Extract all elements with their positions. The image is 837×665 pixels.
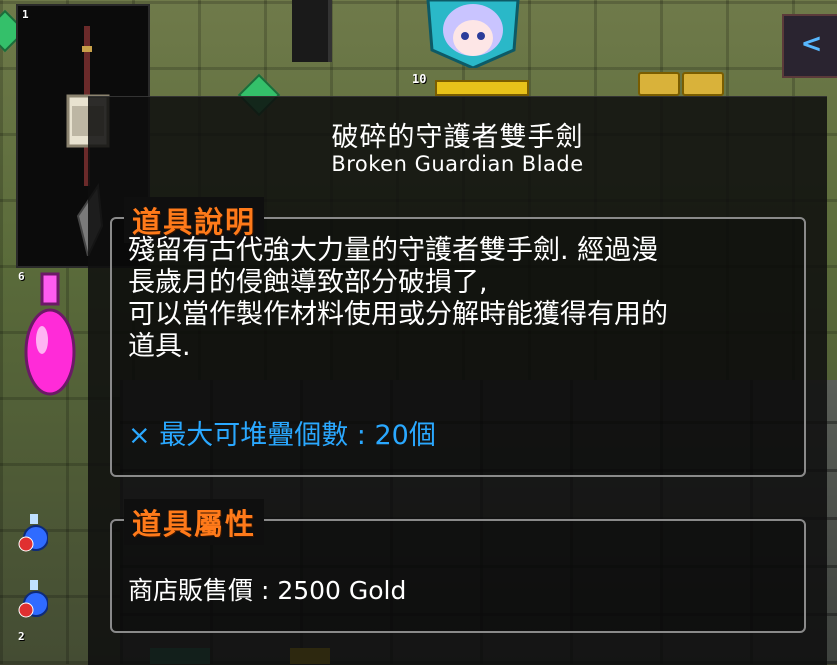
nav-arrow-icon[interactable]: < (782, 14, 837, 78)
item-name-english: Broken Guardian Blade (331, 152, 584, 176)
shop-sell-price: 商店販售價 : 2500 Gold (128, 576, 407, 605)
description-section: 道具說明 殘留有古代強大力量的守護者雙手劍. 經過漫 長歲月的侵蝕導致部分破損了… (110, 197, 806, 477)
health-bar (435, 80, 529, 96)
stack-limit-note: × 最大可堆疊個數 : 20個 (128, 420, 436, 451)
description-line: 道具. (128, 331, 191, 362)
item-name-chinese: 破碎的守護者雙手劍 (331, 122, 584, 153)
mana-potion-icon[interactable] (18, 578, 48, 618)
hud-button[interactable] (638, 72, 680, 96)
attributes-section: 道具屬性 商店販售價 : 2500 Gold (110, 499, 806, 633)
item-tooltip: 破碎的守護者雙手劍 Broken Guardian Blade 道具說明 殘留有… (88, 96, 827, 665)
slot-number: 1 (22, 8, 29, 21)
player-level: 10 (412, 72, 427, 86)
hud-button[interactable] (682, 72, 724, 96)
dark-pillar (292, 0, 332, 62)
character-portrait-icon[interactable] (418, 0, 528, 68)
description-line: 殘留有古代強大力量的守護者雙手劍. 經過漫 (128, 235, 659, 266)
description-line: 可以當作製作材料使用或分解時能獲得有用的 (128, 299, 668, 330)
mana-potion-icon[interactable] (18, 512, 48, 552)
potion-icon[interactable] (22, 270, 78, 400)
attributes-heading: 道具屬性 (124, 499, 265, 545)
description-text: 殘留有古代強大力量的守護者雙手劍. 經過漫 長歲月的侵蝕導致部分破損了, 可以當… (128, 235, 788, 363)
slot-number: 2 (18, 630, 25, 643)
description-line: 長歲月的侵蝕導致部分破損了, (128, 267, 488, 298)
